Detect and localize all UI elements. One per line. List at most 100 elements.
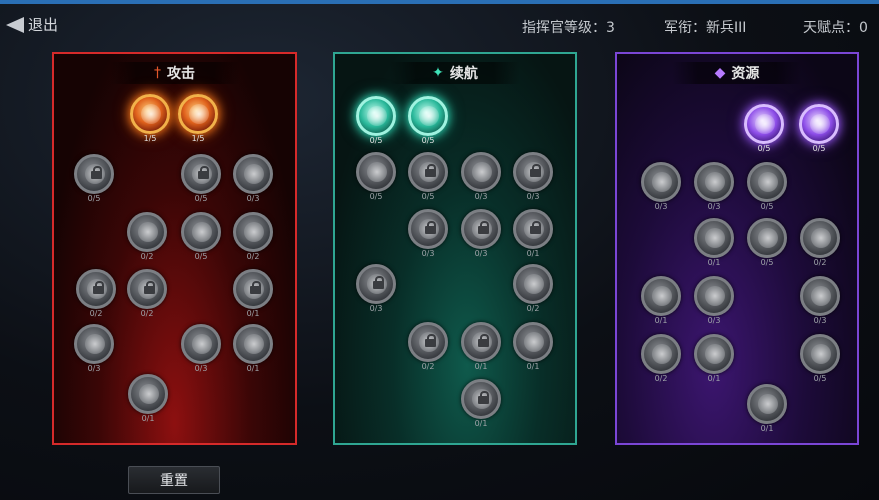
locked-talent-icon[interactable] (408, 322, 448, 362)
talent-icon[interactable] (356, 96, 396, 136)
talent-node[interactable]: 0/1 (128, 374, 168, 426)
talent-node[interactable]: 0/2 (408, 322, 448, 374)
reset-button[interactable]: 重置 (128, 466, 220, 494)
locked-talent-icon[interactable] (356, 264, 396, 304)
talent-node[interactable]: 0/3 (233, 154, 273, 206)
talent-icon[interactable] (694, 334, 734, 374)
talent-icon[interactable] (127, 212, 167, 252)
talent-icon[interactable] (461, 152, 501, 192)
talent-node[interactable]: 0/3 (461, 152, 501, 204)
talent-node[interactable]: 0/5 (356, 96, 396, 148)
talent-node[interactable]: 0/1 (694, 334, 734, 386)
talent-node[interactable]: 0/1 (641, 276, 681, 328)
talent-icon[interactable] (694, 218, 734, 258)
talent-icon[interactable] (641, 162, 681, 202)
talent-node[interactable]: 0/1 (513, 209, 553, 261)
talent-node[interactable]: 0/3 (181, 324, 221, 376)
talent-node[interactable]: 0/3 (694, 162, 734, 214)
talent-node[interactable]: 0/2 (641, 334, 681, 386)
talent-count: 0/3 (526, 192, 540, 201)
locked-talent-icon[interactable] (513, 152, 553, 192)
talent-node[interactable]: 0/1 (513, 322, 553, 374)
talent-node[interactable]: 0/5 (408, 152, 448, 204)
talent-node[interactable]: 0/2 (76, 269, 116, 321)
locked-talent-icon[interactable] (461, 379, 501, 419)
talent-icon[interactable] (747, 162, 787, 202)
talent-node[interactable]: 0/3 (694, 276, 734, 328)
talent-icon[interactable] (800, 334, 840, 374)
locked-talent-icon[interactable] (233, 269, 273, 309)
talent-icon[interactable] (513, 322, 553, 362)
talent-icon[interactable] (233, 154, 273, 194)
talent-icon[interactable] (641, 276, 681, 316)
talent-icon[interactable] (178, 94, 218, 134)
talent-node[interactable]: 0/3 (641, 162, 681, 214)
talent-icon[interactable] (408, 96, 448, 136)
talent-icon[interactable] (181, 212, 221, 252)
talent-node[interactable]: 0/2 (127, 269, 167, 321)
talent-node[interactable]: 0/5 (747, 162, 787, 214)
talent-node[interactable]: 0/5 (799, 104, 839, 156)
lock-icon (478, 334, 489, 347)
locked-talent-icon[interactable] (181, 154, 221, 194)
locked-talent-icon[interactable] (408, 152, 448, 192)
talent-node[interactable]: 0/5 (181, 154, 221, 206)
talent-node[interactable]: 0/2 (127, 212, 167, 264)
talent-count: 0/1 (760, 424, 774, 433)
talent-node[interactable]: 0/3 (408, 209, 448, 261)
back-button[interactable]: 退出 (6, 14, 58, 35)
locked-talent-icon[interactable] (513, 209, 553, 249)
talent-node[interactable]: 0/5 (800, 334, 840, 386)
locked-talent-icon[interactable] (461, 322, 501, 362)
talent-icon[interactable] (744, 104, 784, 144)
talent-count: 0/3 (813, 316, 827, 325)
talent-node[interactable]: 0/3 (356, 264, 396, 316)
talent-node[interactable]: 1/5 (178, 94, 218, 146)
talent-node[interactable]: 0/1 (233, 324, 273, 376)
talent-node[interactable]: 0/1 (694, 218, 734, 270)
talent-count: 0/1 (707, 374, 721, 383)
talent-icon[interactable] (694, 276, 734, 316)
talent-icon[interactable] (513, 264, 553, 304)
talent-icon[interactable] (641, 334, 681, 374)
talent-icon[interactable] (356, 152, 396, 192)
talent-icon[interactable] (747, 218, 787, 258)
locked-talent-icon[interactable] (76, 269, 116, 309)
talent-node[interactable]: 0/5 (356, 152, 396, 204)
talent-node[interactable]: 0/1 (747, 384, 787, 436)
talent-node[interactable]: 1/5 (130, 94, 170, 146)
talent-node[interactable]: 0/3 (513, 152, 553, 204)
talent-node[interactable]: 0/2 (513, 264, 553, 316)
talent-icon[interactable] (233, 212, 273, 252)
talent-node[interactable]: 0/5 (744, 104, 784, 156)
talent-node[interactable]: 0/5 (74, 154, 114, 206)
locked-talent-icon[interactable] (127, 269, 167, 309)
talent-node[interactable]: 0/5 (181, 212, 221, 264)
talent-count: 0/1 (246, 309, 260, 318)
talent-icon[interactable] (233, 324, 273, 364)
talent-node[interactable]: 0/1 (461, 322, 501, 374)
talent-icon[interactable] (694, 162, 734, 202)
locked-talent-icon[interactable] (74, 154, 114, 194)
talent-icon[interactable] (799, 104, 839, 144)
talent-node[interactable]: 0/5 (747, 218, 787, 270)
talent-node[interactable]: 0/3 (461, 209, 501, 261)
talent-count: 0/5 (194, 194, 208, 203)
talent-icon[interactable] (800, 276, 840, 316)
locked-talent-icon[interactable] (461, 209, 501, 249)
talent-node[interactable]: 0/5 (408, 96, 448, 148)
talent-node[interactable]: 0/1 (461, 379, 501, 431)
talent-icon[interactable] (74, 324, 114, 364)
talent-icon[interactable] (747, 384, 787, 424)
talent-icon[interactable] (128, 374, 168, 414)
talent-node[interactable]: 0/1 (233, 269, 273, 321)
talent-icon[interactable] (800, 218, 840, 258)
talent-node[interactable]: 0/3 (74, 324, 114, 376)
locked-talent-icon[interactable] (408, 209, 448, 249)
talent-node[interactable]: 0/2 (800, 218, 840, 270)
lock-icon (144, 281, 155, 294)
talent-node[interactable]: 0/3 (800, 276, 840, 328)
talent-icon[interactable] (130, 94, 170, 134)
talent-node[interactable]: 0/2 (233, 212, 273, 264)
talent-icon[interactable] (181, 324, 221, 364)
